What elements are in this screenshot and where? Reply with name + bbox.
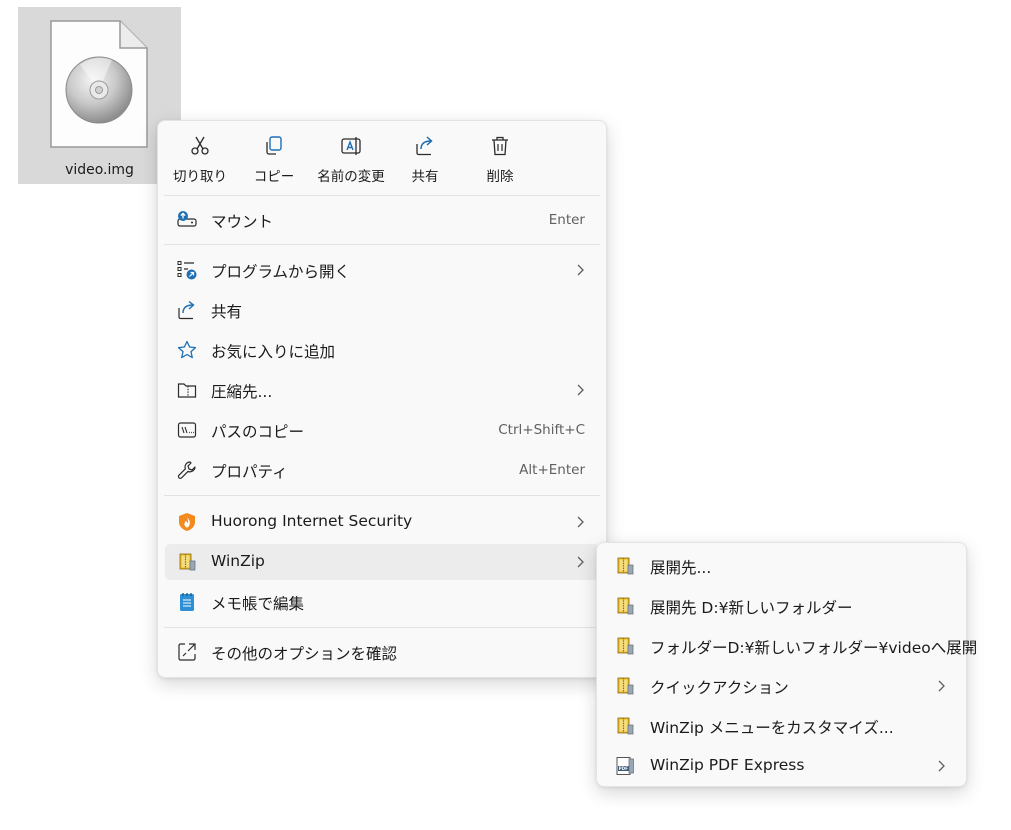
copy-path-shortcut: Ctrl+Shift+C: [498, 422, 585, 438]
huorong-label: Huorong Internet Security: [211, 512, 413, 530]
context-menu: 切り取り コピー 名前の変更 共有 削除 マウント Enter プログラムから開…: [157, 120, 607, 678]
quick-actions-label: クイックアクション: [650, 679, 789, 697]
disc-image-icon: [50, 20, 148, 148]
chevron-right-icon: [938, 760, 945, 772]
winzip-icon: [179, 553, 196, 571]
submenu-item-extract-to[interactable]: 展開先...: [603, 548, 960, 584]
wrench-icon: [177, 461, 196, 479]
mount-label: マウント: [211, 213, 274, 231]
menu-item-properties[interactable]: プロパティ Alt+Enter: [165, 452, 599, 488]
menu-item-huorong[interactable]: Huorong Internet Security: [165, 504, 599, 540]
separator: [164, 195, 600, 196]
pdf-express-label: WinZip PDF Express: [650, 756, 805, 774]
mount-shortcut: Enter: [548, 212, 585, 228]
menu-item-compress[interactable]: 圧縮先...: [165, 372, 599, 408]
copy-button[interactable]: コピー: [244, 127, 304, 189]
separator: [164, 244, 600, 245]
huorong-shield-icon: [179, 513, 195, 531]
chevron-right-icon: [577, 384, 584, 396]
submenu-item-pdf-express[interactable]: PDF WinZip PDF Express: [603, 748, 960, 784]
customize-label: WinZip メニューをカスタマイズ...: [650, 719, 894, 737]
menu-item-add-favorite[interactable]: お気に入りに追加: [165, 332, 599, 368]
notepad-label: メモ帳で編集: [211, 595, 305, 613]
delete-label: 削除: [486, 169, 514, 185]
winzip-submenu: 展開先... 展開先 D:¥新しいフォルダー フォルダーD:¥新しいフォルダー¥…: [596, 542, 977, 787]
menu-item-more-options[interactable]: その他のオプションを確認: [165, 634, 599, 670]
rename-button[interactable]: 名前の変更: [310, 127, 392, 189]
submenu-item-extract-new-folder[interactable]: 展開先 D:¥新しいフォルダー: [603, 588, 960, 624]
winzip-label: WinZip: [211, 552, 265, 570]
menu-item-notepad-edit[interactable]: メモ帳で編集: [165, 584, 599, 620]
properties-shortcut: Alt+Enter: [519, 462, 585, 478]
chevron-right-icon: [938, 680, 945, 692]
copy-icon: [266, 136, 282, 155]
compress-label: 圧縮先...: [211, 383, 273, 401]
zip-folder-icon: [177, 383, 197, 398]
mount-drive-icon: [177, 211, 197, 227]
properties-label: プロパティ: [211, 463, 288, 481]
external-options-icon: [178, 643, 196, 661]
chevron-right-icon: [577, 264, 584, 276]
menu-item-share[interactable]: 共有: [165, 292, 599, 328]
share-icon: [416, 136, 433, 156]
notepad-icon: [180, 593, 194, 611]
winzip-icon: [617, 597, 634, 615]
cut-label: 切り取り: [173, 169, 227, 185]
winzip-icon: [617, 637, 634, 655]
chevron-right-icon: [577, 516, 584, 528]
chevron-right-icon: [577, 556, 584, 568]
context-toolbar: 切り取り コピー 名前の変更 共有 削除: [158, 121, 606, 195]
copy-path-icon: [177, 422, 197, 438]
favorite-label: お気に入りに追加: [211, 343, 336, 361]
delete-button[interactable]: 削除: [472, 127, 528, 189]
cut-button[interactable]: 切り取り: [168, 127, 232, 189]
submenu-item-extract-video-folder[interactable]: フォルダーD:¥新しいフォルダー¥videoへ展開: [603, 628, 977, 664]
svg-text:PDF: PDF: [619, 766, 629, 771]
submenu-item-quick-actions[interactable]: クイックアクション: [603, 668, 960, 704]
menu-item-copy-path[interactable]: パスのコピー Ctrl+Shift+C: [165, 412, 599, 448]
share-label: 共有: [211, 303, 243, 321]
menu-item-mount[interactable]: マウント Enter: [165, 202, 599, 238]
more-options-label: その他のオプションを確認: [211, 645, 398, 663]
winzip-icon: [617, 677, 634, 695]
trash-icon: [492, 136, 508, 156]
star-icon: [177, 340, 197, 359]
submenu-item-customize[interactable]: WinZip メニューをカスタマイズ...: [603, 708, 960, 744]
separator: [164, 627, 600, 628]
extract-video-folder-label: フォルダーD:¥新しいフォルダー¥videoへ展開: [650, 639, 978, 657]
share-label: 共有: [411, 169, 439, 185]
extract-to-label: 展開先...: [650, 559, 712, 577]
menu-item-open-with[interactable]: プログラムから開く: [165, 252, 599, 288]
pdf-express-icon: PDF: [616, 757, 634, 775]
rename-icon: [341, 137, 361, 155]
scissors-icon: [191, 136, 209, 155]
winzip-icon: [617, 557, 634, 575]
share-icon: [178, 300, 195, 320]
open-with-label: プログラムから開く: [211, 263, 351, 281]
open-with-icon: [177, 261, 197, 280]
winzip-icon: [617, 717, 634, 735]
menu-item-winzip[interactable]: WinZip: [165, 544, 599, 580]
rename-label: 名前の変更: [317, 169, 385, 185]
copy-path-label: パスのコピー: [211, 423, 305, 441]
copy-label: コピー: [253, 169, 295, 185]
separator: [164, 495, 600, 496]
extract-new-folder-label: 展開先 D:¥新しいフォルダー: [650, 599, 853, 617]
share-button[interactable]: 共有: [396, 127, 454, 189]
